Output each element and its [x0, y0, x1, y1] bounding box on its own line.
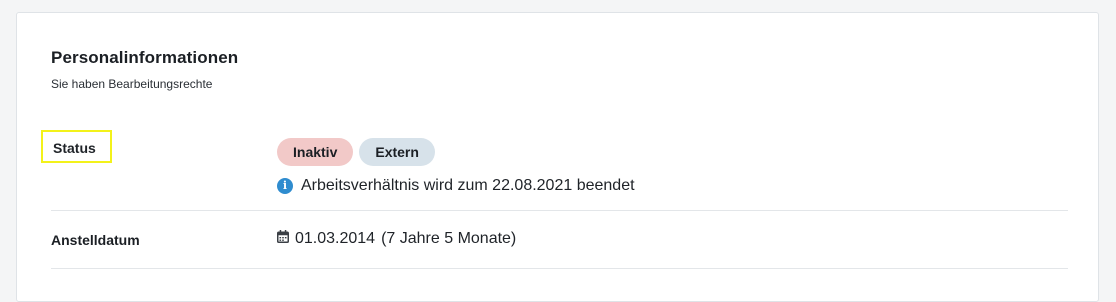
- calendar-icon: [277, 230, 289, 248]
- status-info-line: i Arbeitsverhältnis wird zum 22.08.2021 …: [277, 177, 635, 195]
- card-subtitle: Sie haben Bearbeitungsrechte: [51, 77, 213, 91]
- status-badges: Inaktiv Extern: [277, 138, 435, 166]
- info-circle-icon: i: [277, 178, 293, 194]
- personal-info-card: Personalinformationen Sie haben Bearbeit…: [16, 12, 1099, 302]
- status-label: Status: [53, 140, 96, 156]
- date-value-text: 01.03.2014: [295, 230, 376, 247]
- status-row: Status Inaktiv Extern i Arbeitsverhältni…: [41, 130, 1068, 211]
- status-info-text: Arbeitsverhältnis wird zum 22.08.2021 be…: [301, 177, 635, 194]
- status-badge-extern: Extern: [359, 138, 435, 166]
- status-label-highlight: Status: [41, 130, 112, 163]
- date-label: Anstelldatum: [51, 232, 140, 248]
- date-duration-text: (7 Jahre 5 Monate): [381, 230, 517, 247]
- status-badge-inaktiv: Inaktiv: [277, 138, 354, 166]
- date-row: Anstelldatum 01.03.2014 (7 Jahre 5 Monat…: [51, 211, 1068, 269]
- card-title: Personalinformationen: [51, 48, 239, 67]
- date-value: 01.03.2014 (7 Jahre 5 Monate): [277, 230, 516, 248]
